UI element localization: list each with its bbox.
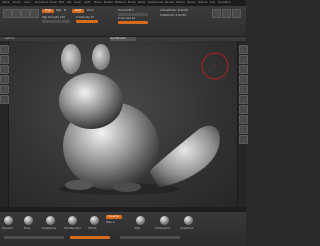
- color-swatch-icon[interactable]: [0, 95, 9, 104]
- draw-size-label: Draw Size 64: [118, 17, 136, 20]
- menu-macro[interactable]: Macro: [94, 1, 102, 5]
- brush-standard-label: Standard: [2, 227, 13, 230]
- menu-marker[interactable]: Marker: [104, 1, 113, 5]
- texture-icon[interactable]: [0, 75, 9, 84]
- rgb-intensity-slider[interactable]: [42, 20, 70, 23]
- model-ear-left: [61, 44, 81, 74]
- left-shelf: [0, 41, 9, 207]
- edit-icon[interactable]: [3, 9, 12, 18]
- dynamic-button[interactable]: Dynamic: [106, 215, 122, 219]
- floor-icon[interactable]: [239, 85, 248, 94]
- xpose-icon[interactable]: [239, 135, 248, 144]
- bottom-slider-b[interactable]: [70, 236, 110, 239]
- focal-shift-label: Focal Shift 0: [118, 9, 134, 12]
- rgb-label[interactable]: Rgb: [56, 9, 61, 12]
- menu-alpha[interactable]: Alpha: [2, 1, 9, 5]
- brush-icon[interactable]: [0, 45, 9, 54]
- draw-size-slider[interactable]: [118, 21, 148, 24]
- transp-icon[interactable]: [239, 115, 248, 124]
- menu-file[interactable]: File: [67, 1, 71, 5]
- menu-picker[interactable]: Picker: [138, 1, 146, 5]
- brush-trimdynamic-icon[interactable]: [160, 216, 169, 225]
- actual-icon[interactable]: [239, 65, 248, 74]
- brush-standard-icon[interactable]: [4, 216, 13, 225]
- menu-draw[interactable]: Draw: [50, 1, 57, 5]
- menu-stroke[interactable]: Stroke: [187, 1, 195, 5]
- rgb-intensity-label: Rgb Intensity 100: [42, 16, 65, 19]
- bpr-icon[interactable]: [239, 45, 248, 54]
- brush-inflat-icon[interactable]: [136, 216, 145, 225]
- zsub-button[interactable]: Zsub: [87, 9, 93, 12]
- polyf-icon[interactable]: [239, 105, 248, 114]
- right-shelf: [237, 41, 248, 207]
- brush-damstandard-label: DamStandard: [64, 227, 81, 230]
- brush-trimdynamic-label: TrimDynamic: [155, 227, 171, 230]
- viewport-canvas[interactable]: [9, 41, 237, 207]
- move-view-icon[interactable]: [222, 9, 231, 18]
- m-label[interactable]: M: [64, 9, 66, 12]
- menu-tool[interactable]: Tool: [210, 1, 215, 5]
- local-icon[interactable]: [239, 95, 248, 104]
- zadd-button[interactable]: Zadd: [72, 9, 84, 13]
- brush-inflat-label: Inflat: [134, 227, 141, 230]
- top-shelf: Mrgb Rgb M Zadd Zsub Rgb Intensity 100 Z…: [0, 6, 246, 37]
- menu-color[interactable]: Color: [24, 1, 31, 5]
- brush-move-icon[interactable]: [24, 216, 33, 225]
- model-ear-right: [92, 44, 110, 70]
- chinchilla-model: [59, 44, 229, 195]
- model-foot-left: [65, 180, 93, 190]
- brush-claybuildup-label: ClayBuildup: [42, 227, 57, 230]
- menu-layer[interactable]: Layer: [74, 1, 81, 5]
- brush-cursor-center: [214, 65, 216, 67]
- model-head: [59, 73, 123, 129]
- active-points-label: ActivePoints: 216,587: [160, 9, 189, 12]
- brush-snakehook-label: SnakeHook: [180, 227, 194, 230]
- brush-claybuildup-icon[interactable]: [46, 216, 55, 225]
- menu-light[interactable]: Light: [84, 1, 90, 5]
- menu-transform[interactable]: Transform: [218, 1, 231, 5]
- persp-icon[interactable]: [239, 75, 248, 84]
- draw-icon[interactable]: [12, 9, 21, 18]
- menu-movie[interactable]: Movie: [128, 1, 136, 5]
- move-icon[interactable]: [21, 9, 30, 18]
- zoom-icon[interactable]: [239, 55, 248, 64]
- brush-move-label: Move: [24, 227, 31, 230]
- z-intensity-label: Z Intensity 25: [76, 16, 95, 19]
- bottom-brush-shelf: Standard Move ClayBuildup DamStandard hP…: [0, 212, 246, 246]
- alpha-icon[interactable]: [0, 65, 9, 74]
- z-intensity-slider[interactable]: [76, 20, 98, 23]
- menu-stencil[interactable]: Stencil: [176, 1, 185, 5]
- subdiv-label: SDiv 4: [106, 221, 115, 224]
- stroke-icon[interactable]: [0, 55, 9, 64]
- focal-shift-slider[interactable]: [118, 13, 148, 16]
- bottom-slider-c[interactable]: [120, 236, 180, 239]
- brush-snakehook-icon[interactable]: [184, 216, 193, 225]
- menu-material[interactable]: Material: [115, 1, 126, 5]
- rotate-view-icon[interactable]: [232, 9, 241, 18]
- brush-damstandard-icon[interactable]: [68, 216, 77, 225]
- model-tail: [149, 125, 220, 187]
- material-icon[interactable]: [0, 85, 9, 94]
- scale-icon[interactable]: [30, 9, 39, 18]
- menu-brush[interactable]: Brush: [13, 1, 21, 5]
- menu-preferences[interactable]: Preferences: [148, 1, 163, 5]
- mrgb-button[interactable]: Mrgb: [42, 9, 54, 13]
- menu-document[interactable]: Document: [35, 1, 48, 5]
- bottom-slider-a[interactable]: [4, 236, 64, 239]
- total-points-label: TotalPoints: 216,587: [160, 14, 187, 17]
- menu-edit[interactable]: Edit: [59, 1, 64, 5]
- menu-texture[interactable]: Texture: [198, 1, 208, 5]
- frame-icon[interactable]: [212, 9, 221, 18]
- brush-hpolish-icon[interactable]: [90, 216, 99, 225]
- menu-render[interactable]: Render: [165, 1, 174, 5]
- brush-hpolish-label: hPolish: [88, 227, 97, 230]
- model-foot-right: [113, 182, 141, 192]
- solo-icon[interactable]: [239, 125, 248, 134]
